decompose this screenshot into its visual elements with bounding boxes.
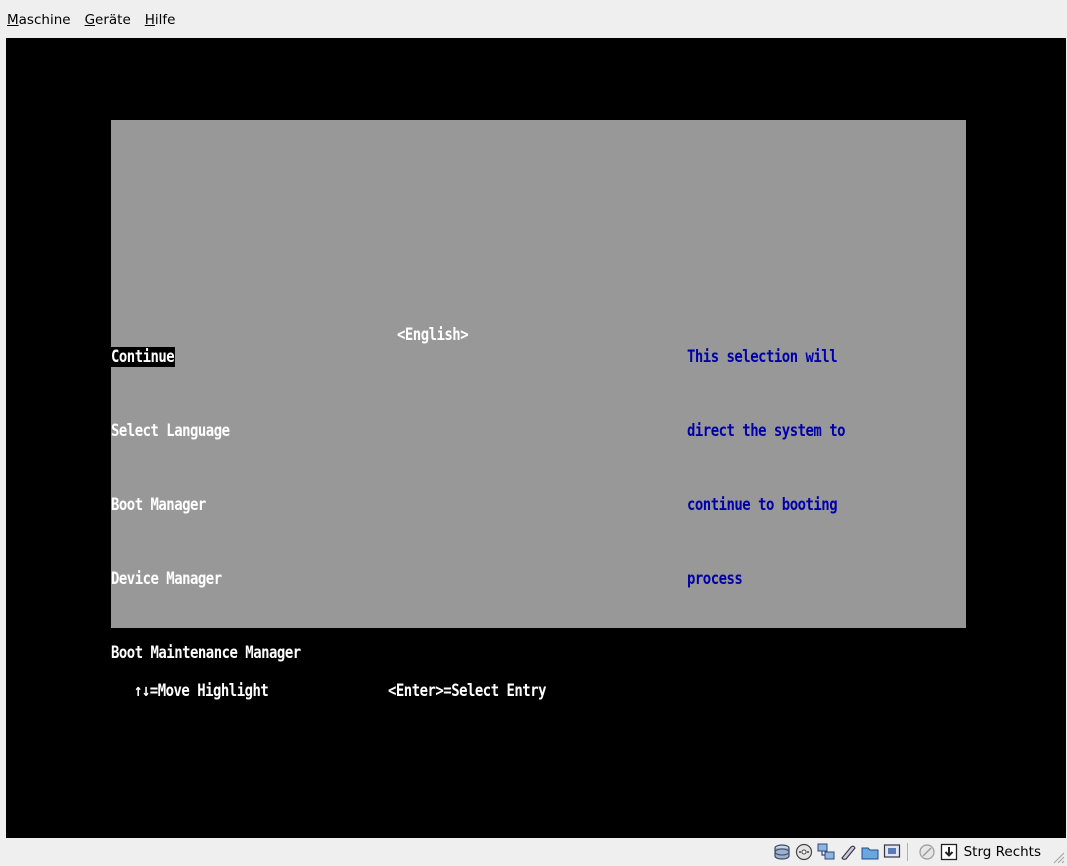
resize-grip-icon[interactable] [1051, 850, 1065, 864]
keyboard-capture-icon[interactable] [940, 843, 958, 861]
menu-hilfe[interactable]: Hilfe [145, 12, 176, 28]
menu-maschine[interactable]: Maschine [7, 12, 71, 28]
menu-geraete[interactable]: Geräte [85, 12, 131, 28]
menu-entry-continue[interactable]: Continue [111, 344, 301, 370]
menu-entry-select-language[interactable]: Select Language [111, 418, 301, 444]
help-line: continue to booting [687, 495, 838, 515]
status-bar: Strg Rechts [0, 838, 1067, 866]
network-icon[interactable] [817, 843, 835, 861]
help-line: This selection will [687, 347, 838, 367]
mouse-integration-icon[interactable] [918, 843, 936, 861]
virtualbox-window: Maschine Geräte Hilfe Continue Select La… [0, 0, 1067, 866]
footer-move-highlight: ↑↓=Move Highlight [134, 681, 269, 701]
status-separator [906, 843, 908, 861]
optical-drive-icon[interactable] [795, 843, 813, 861]
footer-select-entry: <Enter>=Select Entry [388, 681, 547, 701]
hard-disk-icon[interactable] [773, 843, 791, 861]
help-line: process [687, 569, 743, 589]
host-key-label: Strg Rechts [963, 844, 1041, 860]
menu-bar: Maschine Geräte Hilfe [0, 0, 1067, 38]
display-icon[interactable] [883, 843, 901, 861]
help-line: direct the system to [687, 421, 846, 441]
setup-menu-list: Continue Select Language Boot Manager De… [111, 296, 301, 714]
menu-entry-device-manager[interactable]: Device Manager [111, 566, 301, 592]
vm-screen[interactable]: Continue Select Language Boot Manager De… [6, 38, 1066, 838]
shared-folder-icon[interactable] [861, 843, 879, 861]
help-text: This selection will direct the system to… [687, 296, 846, 640]
language-value[interactable]: <English> [397, 322, 469, 348]
menu-entry-boot-maintenance-manager[interactable]: Boot Maintenance Manager [111, 640, 301, 666]
setup-panel: Continue Select Language Boot Manager De… [111, 120, 966, 663]
menu-entry-boot-manager[interactable]: Boot Manager [111, 492, 301, 518]
usb-icon[interactable] [839, 843, 857, 861]
